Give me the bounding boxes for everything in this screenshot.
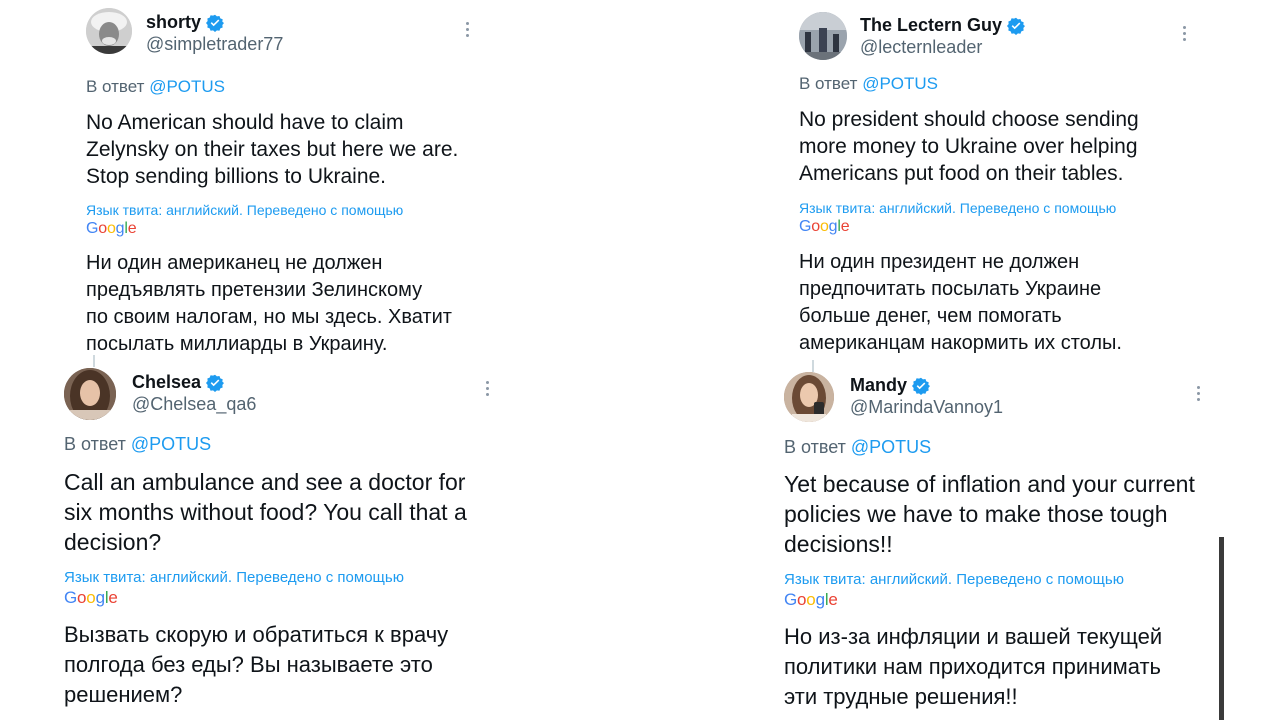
reply-context: В ответ @POTUS bbox=[86, 77, 506, 97]
reply-prefix: В ответ bbox=[784, 437, 846, 457]
thread-line bbox=[812, 360, 814, 372]
user-handle[interactable]: @lecternleader bbox=[860, 37, 982, 58]
translated-text: Ни один американец не должен предъявлять… bbox=[86, 252, 452, 355]
tweet-header: The Lectern Guy @lecternleader bbox=[799, 12, 1219, 64]
google-logo: Google bbox=[784, 590, 838, 609]
tweet-header: Mandy @MarindaVannoy1 bbox=[784, 372, 1224, 424]
avatar[interactable] bbox=[799, 12, 847, 60]
reply-mention-link[interactable]: @POTUS bbox=[149, 77, 225, 96]
reply-prefix: В ответ bbox=[799, 74, 858, 93]
display-name[interactable]: Mandy bbox=[850, 375, 907, 396]
translation-note[interactable]: Язык твита: английский. Переведено с пом… bbox=[799, 200, 1219, 216]
reply-context: В ответ @POTUS bbox=[799, 74, 1219, 94]
tweet[interactable]: Chelsea @Chelsea_qa6 В ответ @POTUS Call… bbox=[64, 368, 504, 710]
avatar[interactable] bbox=[86, 8, 132, 54]
tweet-header: Chelsea @Chelsea_qa6 bbox=[64, 368, 504, 420]
tweet-text: No American should have to claim Zelynsk… bbox=[86, 111, 459, 188]
tweet[interactable]: shorty @simpletrader77 В ответ @POTUS No… bbox=[86, 8, 506, 358]
reply-mention-link[interactable]: @POTUS bbox=[851, 437, 931, 457]
verified-badge-icon bbox=[912, 377, 931, 395]
avatar[interactable] bbox=[64, 368, 116, 420]
verified-badge-icon bbox=[206, 14, 225, 32]
more-options-icon[interactable] bbox=[486, 381, 490, 396]
verified-badge-icon bbox=[1007, 17, 1026, 35]
user-handle[interactable]: @Chelsea_qa6 bbox=[132, 394, 256, 415]
more-options-icon[interactable] bbox=[466, 22, 470, 37]
translated-text: Но из-за инфляции и вашей текущей полити… bbox=[784, 624, 1163, 709]
more-options-icon[interactable] bbox=[1183, 26, 1187, 41]
translation-note[interactable]: Язык твита: английский. Переведено с пом… bbox=[784, 571, 1224, 588]
google-logo: Google bbox=[64, 588, 118, 607]
google-logo: Google bbox=[86, 220, 137, 237]
google-logo: Google bbox=[799, 218, 850, 235]
verified-badge-icon bbox=[206, 374, 225, 392]
tweet-text: No president should choose sending more … bbox=[799, 108, 1139, 185]
reply-context: В ответ @POTUS bbox=[64, 434, 504, 455]
user-handle[interactable]: @simpletrader77 bbox=[146, 34, 283, 55]
more-options-icon[interactable] bbox=[1197, 386, 1201, 401]
translation-note[interactable]: Язык твита: английский. Переведено с пом… bbox=[64, 569, 504, 586]
user-handle[interactable]: @MarindaVannoy1 bbox=[850, 397, 1003, 418]
tweet[interactable]: Mandy @MarindaVannoy1 В ответ @POTUS Yet… bbox=[784, 372, 1224, 712]
translation-note[interactable]: Язык твита: английский. Переведено с пом… bbox=[86, 202, 506, 218]
reply-prefix: В ответ bbox=[86, 77, 145, 96]
tweet-text: Yet because of inflation and your curren… bbox=[784, 471, 1195, 557]
reply-mention-link[interactable]: @POTUS bbox=[131, 434, 211, 454]
tweet-text: Call an ambulance and see a doctor for s… bbox=[64, 469, 467, 555]
display-name[interactable]: Chelsea bbox=[132, 372, 201, 393]
display-name[interactable]: The Lectern Guy bbox=[860, 15, 1002, 36]
translated-text: Ни один президент не должен предпочитать… bbox=[799, 251, 1122, 354]
reply-context: В ответ @POTUS bbox=[784, 437, 1224, 458]
scrollbar[interactable] bbox=[1219, 537, 1224, 720]
reply-prefix: В ответ bbox=[64, 434, 126, 454]
reply-mention-link[interactable]: @POTUS bbox=[862, 74, 938, 93]
display-name[interactable]: shorty bbox=[146, 12, 201, 33]
tweet[interactable]: The Lectern Guy @lecternleader В ответ @… bbox=[799, 12, 1219, 357]
translated-text: Вызвать скорую и обратиться к врачу полг… bbox=[64, 622, 449, 707]
avatar[interactable] bbox=[784, 372, 834, 422]
tweet-header: shorty @simpletrader77 bbox=[86, 8, 506, 60]
